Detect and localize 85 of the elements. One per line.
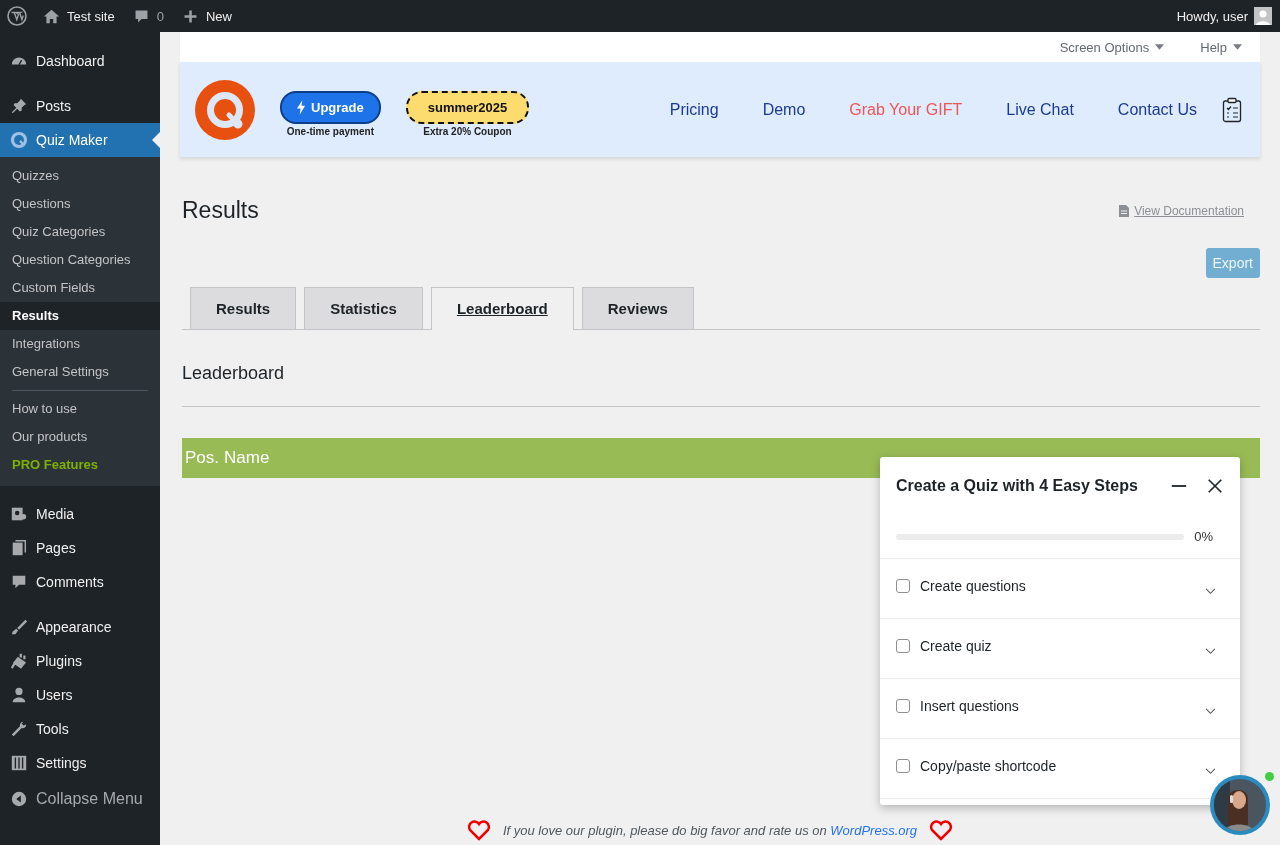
banner-link[interactable]: Demo	[762, 100, 806, 119]
chevron-down-icon[interactable]	[1205, 768, 1216, 775]
panel-title: Create a Quiz with 4 Easy Steps	[896, 477, 1139, 495]
submenu-item[interactable]: Question Categories	[0, 246, 160, 274]
menu-icon	[10, 618, 28, 636]
heart-icon	[929, 819, 954, 841]
menu-item[interactable]: Dashboard	[0, 44, 160, 78]
menu-item[interactable]: Posts	[0, 89, 160, 123]
menu-icon	[10, 652, 28, 670]
menu-icon	[10, 505, 28, 523]
new-link[interactable]: New	[181, 0, 232, 32]
menu-icon	[10, 754, 28, 772]
step-label: Insert questions	[920, 697, 1020, 714]
submenu-item[interactable]: Integrations	[0, 330, 160, 358]
step-checkbox[interactable]	[896, 638, 910, 653]
lightning-icon	[297, 99, 306, 115]
chevron-down-icon[interactable]	[1205, 648, 1216, 655]
banner-link[interactable]: Pricing	[669, 100, 719, 119]
menu-icon	[10, 573, 28, 591]
banner-link[interactable]: Contact Us	[1117, 100, 1197, 119]
submenu-item[interactable]: Quiz Categories	[0, 218, 160, 246]
chevron-down-icon[interactable]	[1205, 708, 1216, 715]
menu-item[interactable]: Plugins	[0, 644, 160, 678]
submenu-item[interactable]: Custom Fields	[0, 274, 160, 302]
quiz-logo-icon	[195, 79, 255, 140]
menu-item[interactable]: Tools	[0, 712, 160, 746]
step-label: Create quiz	[920, 637, 993, 654]
submenu-item[interactable]: General Settings	[0, 358, 160, 386]
progress-reading: 0%	[1194, 529, 1213, 544]
tab[interactable]: Results	[190, 287, 297, 329]
submenu-item[interactable]: Questions	[0, 190, 160, 218]
wordpress-logo-icon[interactable]	[7, 6, 27, 26]
menu-icon	[10, 131, 28, 149]
document-icon	[1119, 204, 1130, 217]
menu-item[interactable]: Media	[0, 497, 160, 531]
menu-item[interactable]: Settings	[0, 746, 160, 780]
chevron-down-icon[interactable]	[1205, 588, 1216, 595]
submenu-item[interactable]: Results	[0, 302, 160, 330]
step-checkbox[interactable]	[896, 578, 910, 593]
menu-item[interactable]: Pages	[0, 531, 160, 565]
caret-icon	[1233, 44, 1242, 50]
home-icon	[43, 7, 60, 25]
collapse-icon	[10, 790, 28, 808]
menu-item[interactable]: Users	[0, 678, 160, 712]
column-header: Name	[224, 448, 270, 468]
clipboard-icon[interactable]	[1222, 96, 1242, 123]
site-link[interactable]: Test site	[43, 0, 115, 32]
rating-request-text: If you love our plugin, please do big favor and rate us on WordPress.org	[502, 822, 918, 838]
tab[interactable]: Leaderboard	[430, 287, 574, 330]
menu-item[interactable]: Appearance	[0, 610, 160, 644]
tab[interactable]: Statistics	[304, 287, 423, 329]
upgrade-button[interactable]: Upgrade	[280, 90, 381, 124]
step-checkbox[interactable]	[896, 698, 910, 713]
submenu-item[interactable]: PRO Features	[0, 451, 160, 479]
submenu-item[interactable]: How to use	[0, 395, 160, 423]
online-status-dot	[1265, 772, 1274, 781]
coupon-code: summer2025	[405, 90, 530, 124]
coupon-note: Extra 20% Coupon	[423, 125, 512, 137]
account-menu[interactable]: Howdy, user	[1176, 0, 1272, 32]
wordpress-org-link[interactable]: WordPress.org	[830, 822, 918, 838]
caret-icon	[1155, 44, 1165, 50]
menu-item[interactable]: Comments	[0, 565, 160, 599]
menu-item[interactable]: Quiz Maker	[0, 123, 160, 157]
submenu-item[interactable]: Quizzes	[0, 162, 160, 190]
submenu-item[interactable]: Our products	[0, 423, 160, 451]
banner-link[interactable]: Live Chat	[1006, 100, 1074, 119]
column-header: Pos.	[185, 448, 220, 468]
section-title: Leaderboard	[182, 363, 1260, 407]
step-label: Copy/paste shortcode	[920, 757, 1058, 774]
step-checkbox[interactable]	[896, 758, 910, 773]
heart-icon	[466, 819, 491, 841]
tab[interactable]: Reviews	[581, 287, 694, 329]
screen-meta-toggle[interactable]: Help	[1200, 39, 1242, 55]
menu-icon	[10, 686, 28, 704]
comments-link[interactable]: 0	[132, 0, 164, 32]
page-title: Results	[182, 197, 259, 224]
collapse-menu-button[interactable]: Collapse Menu	[0, 782, 160, 816]
menu-icon	[10, 539, 28, 557]
screen-meta-toggle[interactable]: Screen Options	[1059, 39, 1165, 55]
menu-icon	[10, 720, 28, 738]
step-label: Create questions	[920, 577, 1027, 594]
close-icon[interactable]	[1206, 477, 1224, 495]
upgrade-note: One-time payment	[286, 125, 374, 137]
menu-icon	[10, 97, 28, 115]
avatar-icon	[1254, 7, 1272, 25]
